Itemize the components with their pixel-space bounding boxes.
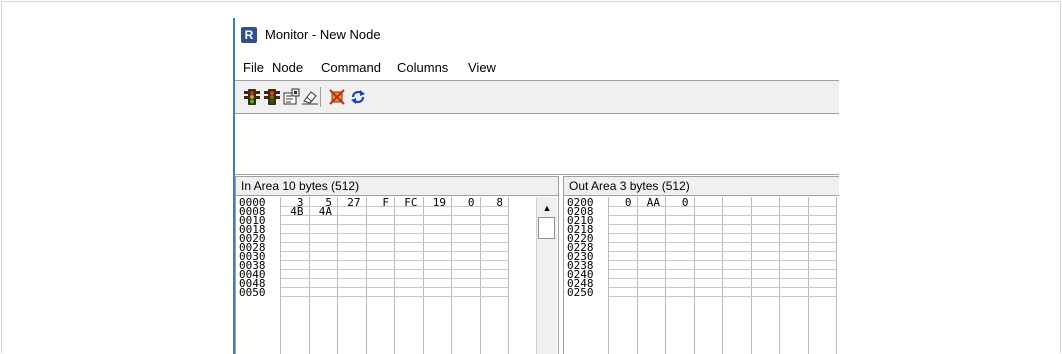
grid-row-line	[281, 242, 509, 243]
grid-line	[394, 197, 395, 354]
grid-line	[337, 197, 338, 354]
grid-row-line	[609, 215, 837, 216]
menu-node[interactable]: Node	[272, 60, 303, 75]
in-area-panel: In Area 10 bytes (512) 0000 3 5 27 F FC 19 0 8 00…	[235, 176, 559, 354]
menu-file[interactable]: File	[243, 60, 264, 75]
byte-cell[interactable]: FC	[395, 197, 417, 208]
in-area-grid[interactable]: 0000 3 5 27 F FC 19 0 8 0008 4B 4A 0010 0018 0020 0028 0…	[236, 197, 536, 354]
traffic-light-green-icon[interactable]	[243, 88, 261, 106]
refresh-icon[interactable]	[349, 88, 367, 106]
grid-row-line	[281, 269, 509, 270]
grid-row-line	[609, 278, 837, 279]
menu-columns[interactable]: Columns	[397, 60, 448, 75]
message-log[interactable]	[235, 114, 839, 175]
grid-line	[308, 197, 310, 354]
grid-line	[779, 197, 780, 354]
grid-line	[636, 197, 638, 354]
grid-row-line	[609, 242, 837, 243]
grid-row-line	[281, 251, 509, 252]
byte-cell[interactable]: 8	[481, 197, 503, 208]
grid-row-line	[609, 233, 837, 234]
grid-line	[479, 197, 481, 354]
out-area-header: Out Area 3 bytes (512)	[564, 177, 839, 196]
grid-row-line	[609, 260, 837, 261]
row-address: 0250	[567, 286, 594, 299]
scroll-up-arrow-icon[interactable]: ▲	[537, 201, 557, 215]
menu-command[interactable]: Command	[321, 60, 381, 75]
byte-cell[interactable]: AA	[638, 197, 660, 208]
grid-row-line	[281, 278, 509, 279]
byte-cell[interactable]: 19	[424, 197, 446, 208]
byte-cell[interactable]: F	[367, 197, 389, 208]
grid-row-line	[281, 260, 509, 261]
byte-cell[interactable]: 0	[452, 197, 475, 208]
grid-row-line	[281, 224, 509, 225]
disconnect-icon[interactable]	[328, 88, 346, 106]
grid-row-line	[609, 287, 837, 288]
grid-row-line	[281, 233, 509, 234]
toolbar-separator	[320, 87, 321, 107]
menu-view[interactable]: View	[468, 60, 496, 75]
grid-line	[422, 197, 424, 354]
menu-bar: File Node Command Columns View	[235, 58, 839, 78]
grid-line	[693, 197, 695, 354]
scroll-thumb[interactable]	[538, 217, 555, 239]
in-area-scrollbar[interactable]: ▲	[536, 197, 557, 354]
row-address: 0050	[239, 286, 266, 299]
in-area-header: In Area 10 bytes (512)	[236, 177, 558, 196]
erase-icon[interactable]	[301, 88, 319, 106]
out-area-panel: Out Area 3 bytes (512) 0200 0 AA 0 0208 0210 0…	[563, 176, 839, 354]
grid-line	[807, 197, 809, 354]
grid-row-line	[281, 287, 509, 288]
monitor-window: R Monitor - New Node File Node Command C…	[233, 18, 839, 354]
grid-row-line	[609, 269, 837, 270]
out-area-grid[interactable]: 0200 0 AA 0 0208 0210 0218 0220 0228 0230 0238 0240…	[564, 197, 839, 354]
traffic-light-red-icon[interactable]	[263, 88, 281, 106]
grid-row-line	[281, 296, 509, 297]
grid-line	[508, 197, 509, 354]
grid-line	[451, 197, 452, 354]
window-title: Monitor - New Node	[265, 27, 381, 42]
grid-line	[750, 197, 752, 354]
grid-line	[722, 197, 723, 354]
byte-cell[interactable]: 4B	[281, 206, 303, 217]
byte-cell[interactable]: 0	[666, 197, 689, 208]
byte-cell[interactable]: 27	[338, 197, 360, 208]
grid-line	[665, 197, 666, 354]
grid-row-line	[609, 224, 837, 225]
byte-cell[interactable]: 0	[609, 197, 632, 208]
grid-row-line	[609, 296, 837, 297]
grid-line	[365, 197, 367, 354]
byte-cell[interactable]: 4A	[310, 206, 332, 217]
app-icon: R	[241, 27, 257, 43]
toolbar	[235, 80, 839, 114]
grid-line	[836, 197, 837, 354]
properties-icon[interactable]	[283, 88, 301, 106]
grid-row-line	[609, 251, 837, 252]
title-bar: R Monitor - New Node	[235, 18, 839, 50]
